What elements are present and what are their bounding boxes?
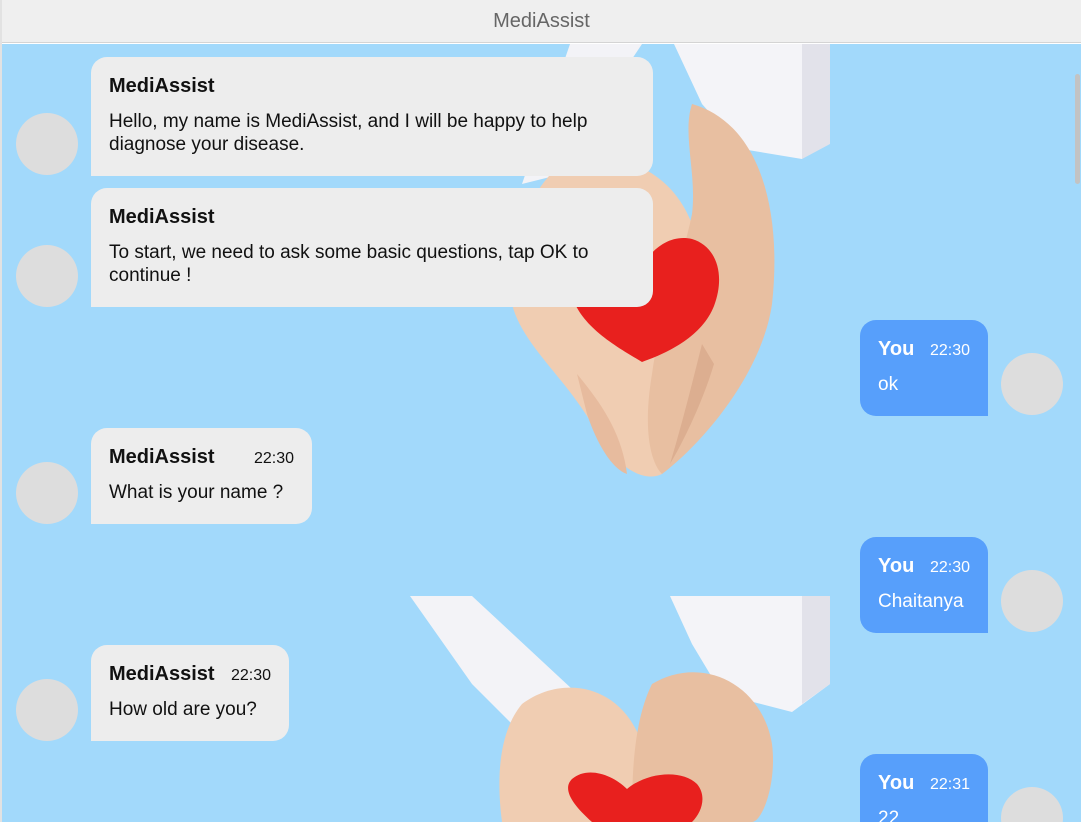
bot-avatar: [16, 462, 78, 524]
sender-name: You: [878, 555, 915, 577]
bot-avatar: [16, 245, 78, 307]
chat-header: MediAssist: [2, 0, 1081, 43]
message-info: MediAssist: [109, 75, 635, 99]
user-avatar: [1001, 570, 1063, 632]
bot-avatar: [16, 679, 78, 741]
message-info: You 22:30: [878, 555, 970, 579]
sender-name: MediAssist: [109, 663, 215, 685]
message-time: 22:30: [230, 667, 271, 684]
message-text: Hello, my name is MediAssist, and I will…: [109, 111, 588, 155]
message-info: MediAssist 22:30: [109, 663, 271, 687]
message-bubble: You 22:31 22: [860, 754, 988, 822]
message-text: 22: [878, 808, 900, 822]
message-info: MediAssist: [109, 206, 635, 230]
chat-area[interactable]: MediAssist Hello, my name is MediAssist,…: [2, 44, 1081, 822]
chat-scrollbar[interactable]: [1073, 44, 1081, 822]
scrollbar-thumb[interactable]: [1075, 74, 1080, 184]
message-bubble: MediAssist Hello, my name is MediAssist,…: [91, 57, 653, 176]
message-bubble: MediAssist 22:30 How old are you?: [91, 645, 289, 741]
message-bubble: MediAssist To start, we need to ask some…: [91, 188, 653, 307]
message-text: Chaitanya: [878, 591, 964, 612]
sender-name: MediAssist: [109, 446, 215, 468]
message-bubble: You 22:30 Chaitanya: [860, 537, 988, 633]
sender-name: MediAssist: [109, 206, 215, 228]
message-bubble: MediAssist 22:30 What is your name ?: [91, 428, 312, 524]
message-time: 22:31: [929, 776, 970, 793]
message-info: You 22:30: [878, 338, 970, 362]
message-bubble: You 22:30 ok: [860, 320, 988, 416]
message-text: What is your name ?: [109, 482, 284, 503]
message-text: How old are you?: [109, 699, 257, 720]
user-avatar: [1001, 353, 1063, 415]
message-time: 22:30: [929, 559, 970, 576]
hands-heart-illustration-bottom: [410, 596, 830, 822]
header-title: MediAssist: [493, 9, 590, 32]
sender-name: You: [878, 338, 915, 360]
sender-name: You: [878, 772, 915, 794]
message-time: 22:30: [929, 342, 970, 359]
message-text: ok: [878, 374, 899, 395]
message-info: MediAssist 22:30: [109, 446, 294, 470]
message-text: To start, we need to ask some basic ques…: [109, 242, 589, 286]
sender-name: MediAssist: [109, 75, 215, 97]
message-info: You 22:31: [878, 772, 970, 796]
bot-avatar: [16, 113, 78, 175]
message-time: 22:30: [253, 450, 294, 467]
